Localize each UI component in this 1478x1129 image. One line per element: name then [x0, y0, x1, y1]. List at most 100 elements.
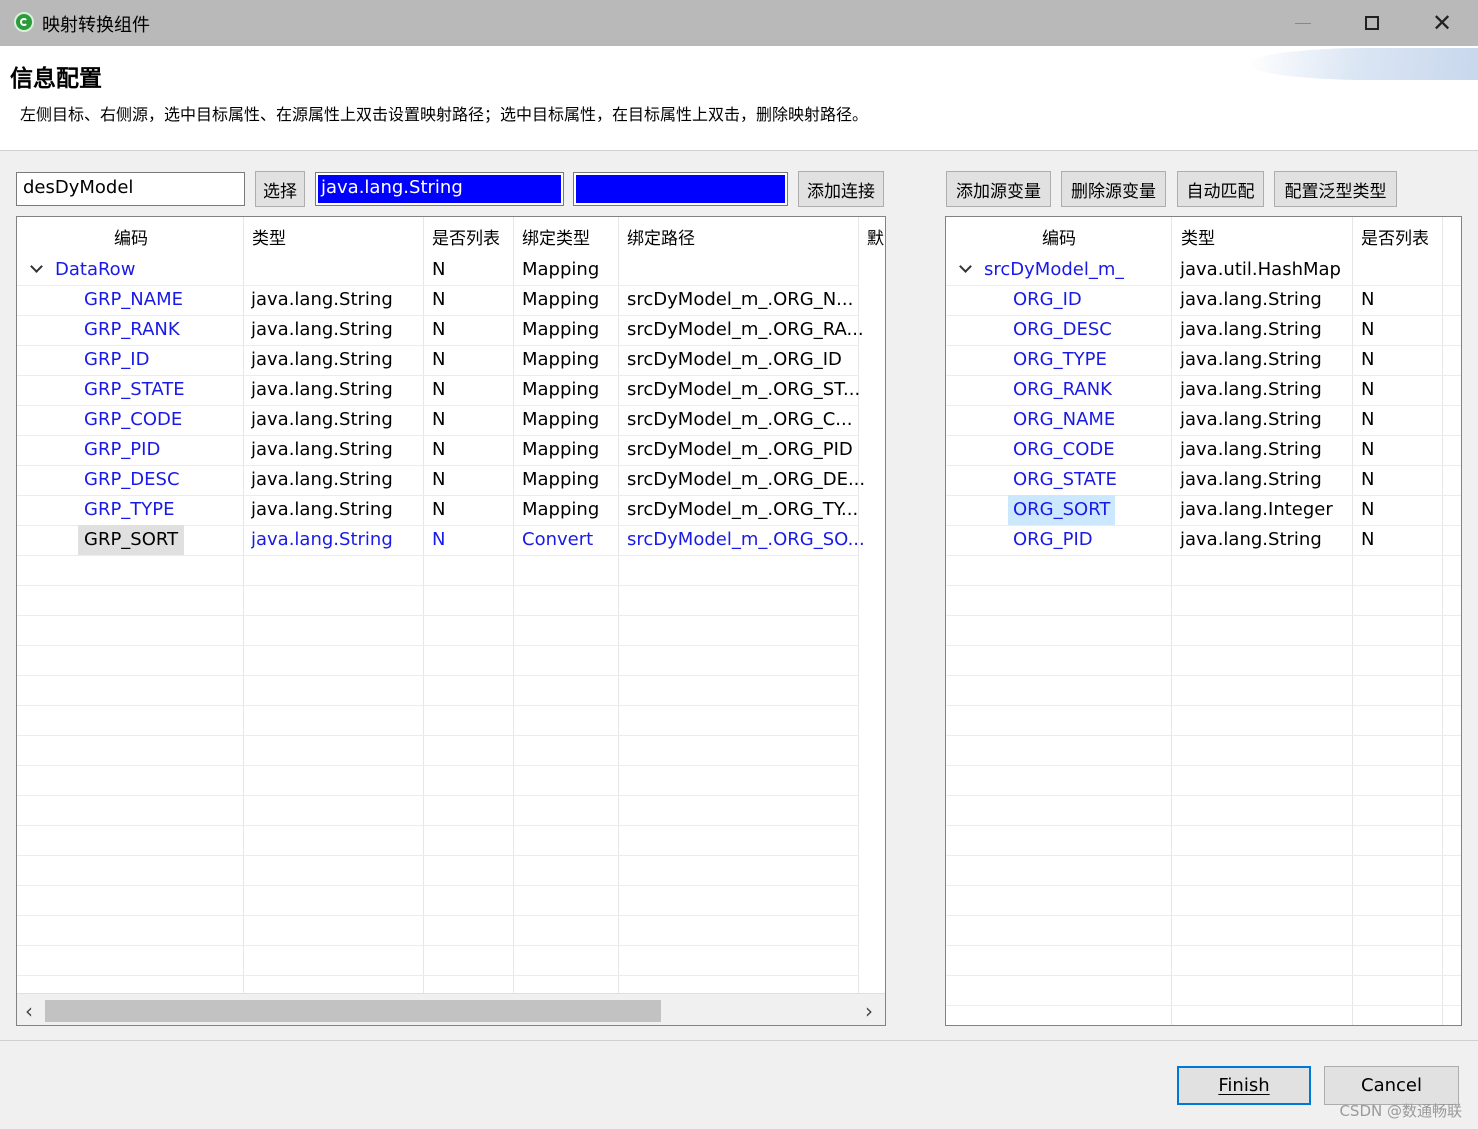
row-code[interactable]: GRP_STATE	[84, 375, 185, 405]
column-header-bind-path[interactable]: 绑定路径	[627, 217, 862, 255]
maximize-icon	[1365, 16, 1379, 30]
chevron-down-icon[interactable]	[959, 260, 972, 273]
row-code[interactable]: ORG_CODE	[1013, 435, 1115, 465]
column-header-type[interactable]: 类型	[252, 217, 422, 255]
row-bind-type: Mapping	[522, 379, 600, 400]
chevron-down-icon[interactable]	[30, 260, 43, 273]
row-bind-type: Mapping	[522, 439, 600, 460]
row-is-list: N	[432, 439, 446, 460]
finish-label: Finish	[1218, 1075, 1270, 1096]
column-header-is-list[interactable]: 是否列表	[432, 217, 524, 255]
row-divider	[946, 795, 1461, 796]
row-type: java.lang.String	[251, 529, 393, 550]
row-code[interactable]: ORG_RANK	[1013, 375, 1112, 405]
row-divider	[17, 705, 859, 706]
row-code[interactable]: GRP_TYPE	[84, 495, 175, 525]
add-source-variable-button[interactable]: 添加源变量	[946, 171, 1051, 207]
dialog-header: 信息配置 左侧目标、右侧源，选中目标属性、在源属性上双击设置映射路径；选中目标属…	[0, 46, 1478, 151]
scroll-left-icon[interactable]: ‹	[25, 999, 33, 1023]
column-header-is-list[interactable]: 是否列表	[1361, 217, 1449, 255]
row-divider	[17, 585, 859, 586]
column-divider	[1352, 217, 1353, 1025]
row-code[interactable]: GRP_PID	[84, 435, 160, 465]
row-is-list: N	[1361, 379, 1375, 400]
row-divider	[946, 975, 1461, 976]
row-code[interactable]: ORG_DESC	[1013, 315, 1112, 345]
footer-separator	[0, 1040, 1478, 1041]
row-divider	[946, 615, 1461, 616]
row-type: java.lang.Integer	[1180, 499, 1333, 520]
row-bind-type: Mapping	[522, 289, 600, 310]
window-title: 映射转换组件	[42, 15, 150, 36]
row-divider	[946, 915, 1461, 916]
tree-root-code[interactable]: DataRow	[55, 255, 135, 285]
row-type: java.lang.String	[1180, 529, 1322, 550]
delete-source-variable-button[interactable]: 删除源变量	[1061, 171, 1166, 207]
row-bind-type: Convert	[522, 529, 594, 550]
row-code[interactable]: ORG_TYPE	[1013, 345, 1107, 375]
row-bind-path: srcDyModel_m_.ORG_RA...	[627, 319, 864, 340]
row-divider	[17, 555, 859, 556]
close-button[interactable]: ✕	[1407, 0, 1477, 46]
finish-button[interactable]: Finish	[1177, 1066, 1311, 1105]
row-type: java.lang.String	[251, 319, 393, 340]
scroll-right-icon[interactable]: ›	[865, 999, 873, 1023]
row-is-list: N	[432, 409, 446, 430]
row-type: java.lang.String	[1180, 289, 1322, 310]
source-table: 编码 类型 是否列表 srcDyModel_m_ java.util.HashM…	[945, 216, 1462, 1026]
row-code[interactable]: GRP_RANK	[84, 315, 180, 345]
row-divider	[17, 975, 859, 976]
select-button[interactable]: 选择	[255, 171, 305, 207]
row-bind-type: Mapping	[522, 319, 600, 340]
row-code[interactable]: GRP_NAME	[84, 285, 183, 315]
row-bind-type: Mapping	[522, 499, 600, 520]
row-bind-path: srcDyModel_m_.ORG_C...	[627, 409, 853, 430]
row-divider	[17, 615, 859, 616]
tree-root-code[interactable]: srcDyModel_m_	[984, 255, 1124, 285]
minimize-button[interactable]	[1268, 0, 1338, 46]
column-divider	[513, 217, 514, 993]
column-header-type[interactable]: 类型	[1181, 217, 1351, 255]
row-bind-path: srcDyModel_m_.ORG_PID	[627, 439, 853, 460]
row-is-list: N	[1361, 349, 1375, 370]
row-code[interactable]: ORG_STATE	[1013, 465, 1117, 495]
row-code[interactable]: GRP_CODE	[84, 405, 182, 435]
row-divider	[17, 885, 859, 886]
column-header-code[interactable]: 编码	[17, 217, 245, 255]
type-input[interactable]: java.lang.String	[315, 172, 564, 206]
blank-input[interactable]	[573, 172, 788, 206]
target-table: 编码 类型 是否列表 绑定类型 绑定路径 默 DataRow N Mapping…	[16, 216, 886, 1026]
row-divider	[946, 705, 1461, 706]
column-header-code[interactable]: 编码	[946, 217, 1172, 255]
row-bind-path: srcDyModel_m_.ORG_SO...	[627, 529, 865, 550]
row-bind-path: srcDyModel_m_.ORG_DE...	[627, 469, 866, 490]
row-code[interactable]: ORG_SORT	[1008, 495, 1116, 525]
row-code[interactable]: GRP_SORT	[78, 525, 185, 555]
row-divider	[946, 585, 1461, 586]
row-divider	[17, 855, 859, 856]
configure-generic-type-button[interactable]: 配置泛型类型	[1274, 171, 1397, 207]
column-divider	[1171, 217, 1172, 1025]
row-is-list: N	[1361, 319, 1375, 340]
column-header-default[interactable]: 默	[867, 217, 885, 255]
scrollbar-thumb[interactable]	[45, 1000, 661, 1022]
row-type: java.lang.String	[251, 409, 393, 430]
row-divider	[946, 555, 1461, 556]
row-code[interactable]: ORG_PID	[1013, 525, 1093, 555]
column-header-bind-type[interactable]: 绑定类型	[522, 217, 622, 255]
add-link-button[interactable]: 添加连接	[798, 171, 884, 207]
row-code[interactable]: GRP_ID	[84, 345, 149, 375]
model-name-input[interactable]: desDyModel	[16, 172, 245, 206]
row-is-list: N	[1361, 499, 1375, 520]
auto-match-button[interactable]: 自动匹配	[1177, 171, 1264, 207]
row-divider	[946, 765, 1461, 766]
maximize-button[interactable]	[1337, 0, 1407, 46]
row-type: java.lang.String	[1180, 319, 1322, 340]
horizontal-scrollbar[interactable]: ‹ ›	[17, 993, 885, 1025]
row-is-list: N	[432, 289, 446, 310]
row-code[interactable]: ORG_ID	[1013, 285, 1082, 315]
row-code[interactable]: GRP_DESC	[84, 465, 180, 495]
title-bar: 映射转换组件 ✕	[0, 0, 1478, 46]
row-bind-path: srcDyModel_m_.ORG_ST...	[627, 379, 861, 400]
row-code[interactable]: ORG_NAME	[1013, 405, 1115, 435]
